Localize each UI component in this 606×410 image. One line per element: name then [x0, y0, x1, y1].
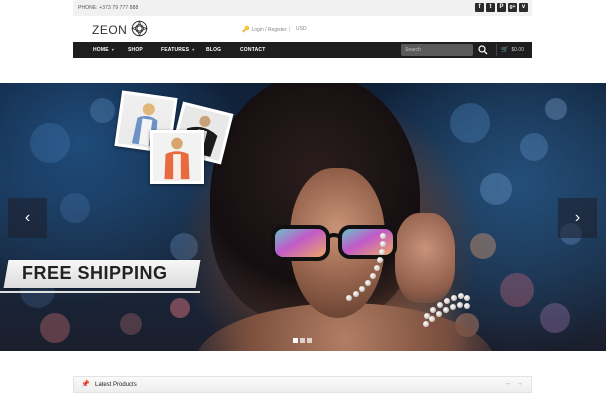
slider-prev-button[interactable]: ‹ — [8, 198, 47, 238]
caption-underline — [0, 291, 200, 293]
search-input[interactable]: Search — [401, 44, 473, 56]
arrow-right-icon[interactable]: → — [516, 380, 527, 387]
site-header: ZEON 🔑 Login / Register USD — [73, 16, 532, 42]
nav-divider — [496, 44, 497, 56]
slider-pagination — [293, 338, 312, 343]
top-bar: PHONE: +373 79 777 888 f t P g+ v — [73, 0, 532, 16]
chevron-down-icon: ▾ — [111, 47, 115, 52]
login-register-label: Login / Register — [251, 27, 287, 33]
nav-item-label: BLOG — [206, 47, 222, 53]
pin-icon: 📌 — [81, 381, 90, 388]
google-plus-icon[interactable]: g+ — [508, 3, 517, 12]
nav-item-label: FEATURES — [161, 47, 190, 53]
product-photo — [150, 130, 204, 184]
latest-products-header: 📌 Latest Products ←→ — [73, 376, 532, 393]
phone-number: PHONE: +373 79 777 888 — [78, 5, 139, 11]
cart-icon: 🛒 — [501, 47, 509, 53]
nav-item-label: SHOP — [128, 47, 143, 53]
chevron-down-icon: ▾ — [192, 47, 195, 52]
twitter-icon[interactable]: t — [486, 3, 495, 12]
chevron-left-icon: ‹ — [24, 209, 31, 226]
vimeo-icon[interactable]: v — [519, 3, 528, 12]
facebook-icon[interactable]: f — [475, 3, 484, 12]
logo-text[interactable]: ZEON — [92, 23, 127, 37]
nav-item-contact[interactable]: CONTACT — [240, 47, 265, 53]
nav-item-label: CONTACT — [240, 47, 266, 53]
slider-dot-1[interactable] — [293, 338, 298, 343]
slider-dot-2[interactable] — [300, 338, 305, 343]
nav-item-blog[interactable]: BLOG — [206, 47, 221, 53]
pearl-bracelet — [420, 283, 480, 333]
nav-item-features[interactable]: FEATURES ▾ — [161, 47, 194, 53]
nav-item-shop[interactable]: SHOP — [128, 47, 143, 53]
search-icon[interactable] — [478, 45, 488, 55]
slider-next-button[interactable]: › — [558, 198, 597, 238]
logo-icon[interactable] — [131, 20, 148, 37]
login-register-link[interactable]: 🔑 Login / Register — [242, 26, 287, 33]
pinterest-icon[interactable]: P — [497, 3, 506, 12]
social-links: f t P g+ v — [475, 3, 528, 12]
chevron-right-icon: › — [574, 209, 581, 226]
arrow-left-icon[interactable]: ← — [505, 380, 516, 387]
page: PHONE: +373 79 777 888 f t P g+ v ZEON 🔑… — [0, 0, 606, 410]
slide-caption: FREE SHIPPING — [22, 263, 168, 283]
nav-item-label: HOME — [93, 47, 109, 53]
hero-slider[interactable]: FREE SHIPPING ‹ › — [0, 83, 606, 351]
pearl-necklace — [320, 233, 400, 313]
main-nav: HOME ▾ SHOP FEATURES ▾ BLOG CONTACT Search… — [73, 42, 532, 58]
currency-selector[interactable]: USD — [289, 26, 307, 32]
nav-item-home[interactable]: HOME ▾ — [93, 47, 114, 53]
carousel-arrows: ←→ — [505, 380, 527, 387]
slider-dot-3[interactable] — [307, 338, 312, 343]
cart-total: $0.00 — [511, 47, 524, 53]
cart-button[interactable]: 🛒 $0.00 — [501, 46, 524, 53]
section-title: Latest Products — [95, 382, 137, 388]
key-icon: 🔑 — [242, 27, 250, 33]
